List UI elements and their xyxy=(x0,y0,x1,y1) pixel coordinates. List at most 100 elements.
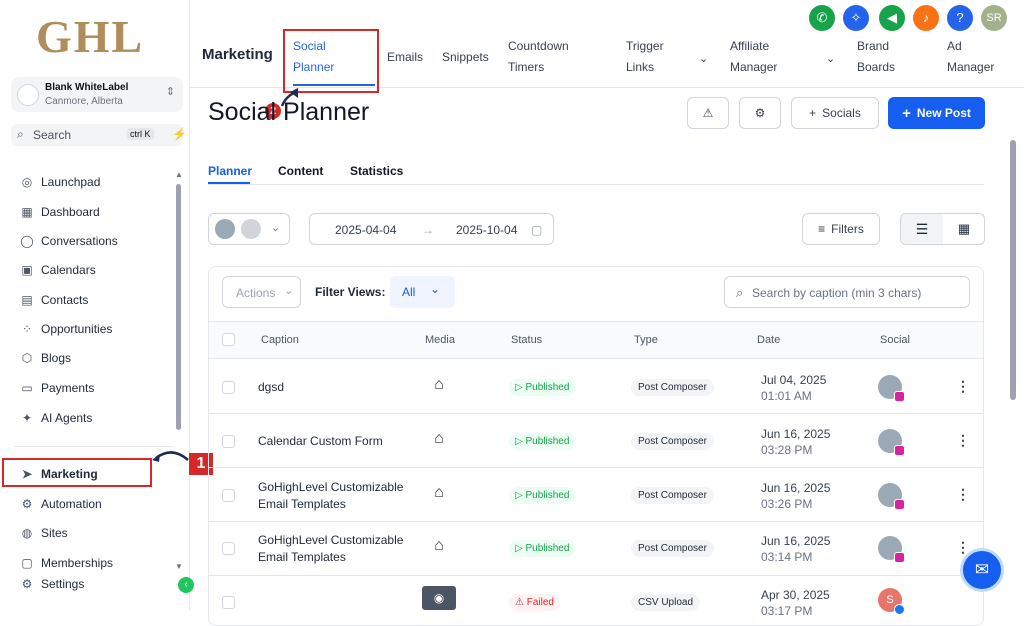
tab-emails[interactable]: Emails xyxy=(387,47,423,68)
column-date: Date xyxy=(757,334,781,346)
filters-button[interactable]: ≡ Filters xyxy=(802,213,880,245)
sidebar-item-settings[interactable]: ⚙ Settings xyxy=(19,574,85,594)
actions-dropdown[interactable]: Actions ⌄ xyxy=(222,276,301,308)
media-thumbnail[interactable]: ⌂ xyxy=(422,537,456,559)
caption-search-input[interactable]: ⌕ Search by caption (min 3 chars) xyxy=(724,276,970,308)
calendar-icon: ▢ xyxy=(531,223,543,237)
sidebar-item-label: Payments xyxy=(41,381,95,395)
chat-widget-button[interactable]: ✉ xyxy=(960,548,1004,592)
sidebar-item-blogs[interactable]: ⬡ Blogs xyxy=(19,348,71,368)
row-checkbox[interactable] xyxy=(222,435,235,448)
megaphone-icon[interactable]: ◀ xyxy=(879,5,905,31)
membership-icon: ▢ xyxy=(21,556,33,570)
row-caption: GoHighLevel Customizable Email Templates xyxy=(258,533,404,564)
sidebar-item-conversations[interactable]: ◯ Conversations xyxy=(19,231,117,251)
scroll-down-arrow[interactable]: ▼ xyxy=(175,562,183,571)
highlight-marketing xyxy=(2,458,152,487)
media-thumbnail[interactable]: ⌂ xyxy=(422,484,456,506)
media-thumbnail[interactable]: ◉ xyxy=(422,586,456,610)
chat-icon: ✉ xyxy=(974,560,990,579)
tab-brand-boards[interactable]: Brand Boards xyxy=(857,36,895,78)
row-checkbox[interactable] xyxy=(222,542,235,555)
more-options-icon[interactable]: ⋮ xyxy=(956,378,970,395)
magic-icon[interactable]: ✧ xyxy=(843,5,869,31)
row-divider xyxy=(209,467,983,468)
active-tab-indicator xyxy=(208,182,250,184)
sidebar-item-contacts[interactable]: ▤ Contacts xyxy=(19,290,88,310)
tab-trigger-links[interactable]: Trigger Links xyxy=(626,36,664,78)
tab-planner[interactable]: Planner xyxy=(208,164,252,178)
row-date: Jun 16, 2025 xyxy=(761,427,831,441)
collapse-sidebar-icon[interactable]: ‹ xyxy=(178,577,194,593)
sidebar-item-calendars[interactable]: ▣ Calendars xyxy=(19,260,95,280)
help-icon[interactable]: ? xyxy=(947,5,973,31)
status-badge: ▷ Published xyxy=(509,487,576,504)
filter-views-label: Filter Views: xyxy=(315,285,386,299)
column-type: Type xyxy=(634,334,658,346)
page-scrollbar[interactable] xyxy=(1010,140,1016,400)
media-thumbnail[interactable]: ⌂ xyxy=(422,376,456,398)
calendar-icon: ▣ xyxy=(21,263,33,277)
row-time: 03:26 PM xyxy=(761,497,813,511)
date-range-picker[interactable]: 2025-04-04 → 2025-10-04 ▢ xyxy=(309,213,554,245)
sidebar-item-launchpad[interactable]: ◎ Launchpad xyxy=(19,172,101,192)
settings-button[interactable]: ⚙ xyxy=(739,97,781,129)
type-badge: Post Composer xyxy=(631,487,714,504)
app-logo: GHL xyxy=(36,11,145,62)
sidebar-item-automation[interactable]: ⚙ Automation xyxy=(19,494,102,514)
chat-icon: ◯ xyxy=(20,234,34,248)
social-avatar xyxy=(878,429,905,456)
sparkle-icon: ✦ xyxy=(21,411,33,425)
chevron-down-icon[interactable]: ⌄ xyxy=(826,52,835,65)
chevron-down-icon: ⌄ xyxy=(284,285,294,297)
type-badge: Post Composer xyxy=(631,379,714,396)
tab-affiliate-manager[interactable]: Affiliate Manager xyxy=(730,36,777,78)
calendar-view-icon[interactable]: ▦ xyxy=(943,214,985,244)
bell-icon[interactable]: ♪ xyxy=(913,5,939,31)
scroll-up-arrow[interactable]: ▲ xyxy=(175,170,183,179)
sidebar-item-memberships[interactable]: ▢ Memberships xyxy=(19,553,113,573)
sidebar-item-opportunities[interactable]: ⁘ Opportunities xyxy=(19,319,112,339)
new-post-button[interactable]: + New Post xyxy=(888,97,985,129)
socials-button[interactable]: + Socials xyxy=(791,97,879,129)
page-title: Social Planner xyxy=(208,98,370,126)
status-label: Failed xyxy=(526,597,554,608)
sidebar-item-ai-agents[interactable]: ✦ AI Agents xyxy=(19,408,92,428)
status-label: Published xyxy=(525,436,570,447)
tab-snippets[interactable]: Snippets xyxy=(442,47,489,68)
row-checkbox[interactable] xyxy=(222,489,235,502)
tab-countdown-timers[interactable]: Countdown Timers xyxy=(508,36,569,78)
type-badge: CSV Upload xyxy=(631,594,701,611)
more-options-icon[interactable]: ⋮ xyxy=(956,432,970,449)
tab-statistics[interactable]: Statistics xyxy=(350,164,403,178)
row-checkbox[interactable] xyxy=(222,596,235,609)
sidebar-item-sites[interactable]: ◍ Sites xyxy=(19,523,68,543)
sidebar-item-dashboard[interactable]: ▦ Dashboard xyxy=(19,202,99,222)
user-avatar[interactable]: SR xyxy=(981,5,1007,31)
list-view-icon[interactable]: ☰ xyxy=(901,214,943,244)
tabs-divider xyxy=(208,184,984,185)
search-icon: ⌕ xyxy=(17,127,24,141)
filter-views-select[interactable]: All ⌄ xyxy=(390,276,455,308)
feedback-button[interactable]: ⚠ xyxy=(687,97,729,129)
account-switcher[interactable]: Blank WhiteLabel Canmore, Alberta ⇕ xyxy=(11,77,183,112)
section-title: Marketing xyxy=(202,46,273,63)
select-all-checkbox[interactable] xyxy=(222,333,235,346)
sidebar-item-label: Launchpad xyxy=(41,175,101,189)
status-badge: ⚠ Failed xyxy=(509,594,560,611)
phone-icon[interactable]: ✆ xyxy=(809,5,835,31)
media-thumbnail[interactable]: ⌂ xyxy=(422,430,456,452)
row-checkbox[interactable] xyxy=(222,381,235,394)
account-filter-dropdown[interactable]: ⌄ xyxy=(208,213,290,245)
instagram-icon xyxy=(894,391,905,402)
bolt-icon[interactable]: ⚡ xyxy=(172,127,187,141)
tab-ad-manager[interactable]: Ad Manager xyxy=(947,36,994,78)
tab-content[interactable]: Content xyxy=(278,164,323,178)
search-input[interactable]: ⌕ Search ctrl K ⚡ xyxy=(11,124,187,146)
sidebar-item-payments[interactable]: ▭ Payments xyxy=(19,378,94,398)
sidebar-scrollbar[interactable] xyxy=(176,184,181,430)
more-options-icon[interactable]: ⋮ xyxy=(956,486,970,503)
search-label: Search xyxy=(33,128,72,142)
chevron-down-icon[interactable]: ⌄ xyxy=(699,52,708,65)
row-divider xyxy=(209,413,983,414)
